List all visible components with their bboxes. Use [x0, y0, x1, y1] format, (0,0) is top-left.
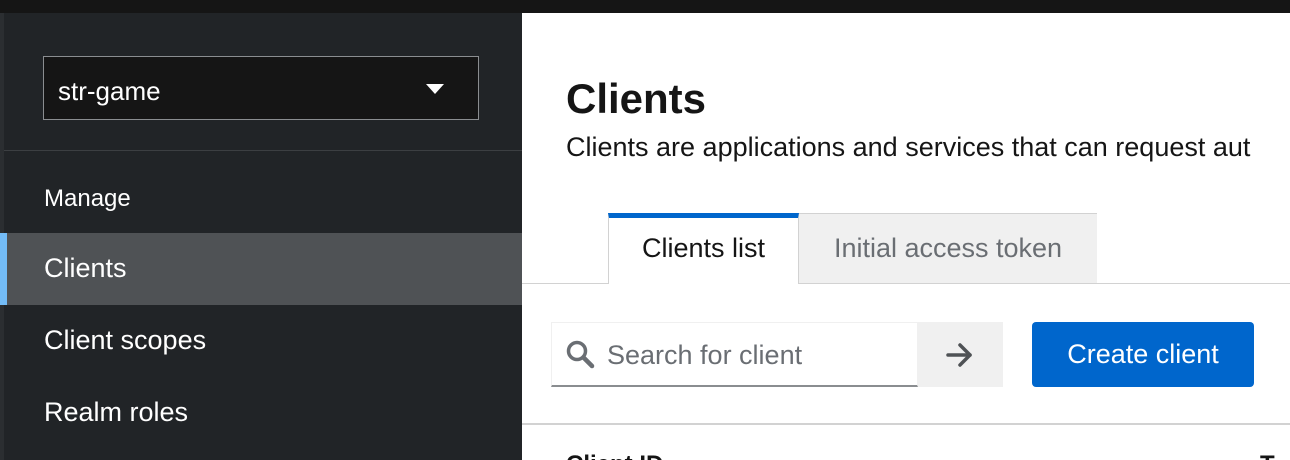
sidebar-item-client-scopes[interactable]: Client scopes [4, 305, 522, 377]
caret-down-icon [426, 84, 444, 94]
arrow-right-icon [946, 343, 972, 367]
search-submit-button[interactable] [918, 322, 1003, 387]
tab-label: Clients list [641, 233, 766, 263]
sidebar-item-label: Client scopes [44, 325, 207, 355]
sidebar-item-clients[interactable]: Clients [0, 233, 522, 305]
realm-selector-value: str-game [58, 76, 161, 106]
sidebar-item-label: Realm roles [44, 397, 189, 427]
top-bar [0, 0, 1290, 13]
nav-section-manage: Manage [44, 185, 131, 212]
column-header-client-id[interactable]: Client ID [566, 451, 663, 460]
create-client-label: Create client [1067, 339, 1219, 369]
search-icon [566, 340, 595, 369]
tab-label: Initial access token [833, 233, 1063, 263]
realm-selector[interactable]: str-game [43, 56, 479, 120]
sidebar-divider [4, 150, 522, 151]
page-title: Clients [566, 75, 707, 122]
main-content: Clients Clients are applications and ser… [522, 13, 1290, 460]
table-divider [522, 423, 1290, 425]
sidebar-item-realm-roles[interactable]: Realm roles [4, 377, 522, 449]
search-field[interactable] [551, 322, 918, 387]
sidebar-item-label: Clients [44, 253, 127, 283]
column-header-type[interactable]: T [1260, 451, 1275, 460]
search-input[interactable] [607, 337, 907, 373]
tab-clients-list[interactable]: Clients list [608, 213, 799, 284]
sidebar: str-game Manage Clients Client scopes Re… [0, 13, 522, 460]
create-client-button[interactable]: Create client [1032, 322, 1254, 387]
tab-initial-access-token[interactable]: Initial access token [799, 213, 1097, 284]
page-description: Clients are applications and services th… [566, 132, 1251, 162]
